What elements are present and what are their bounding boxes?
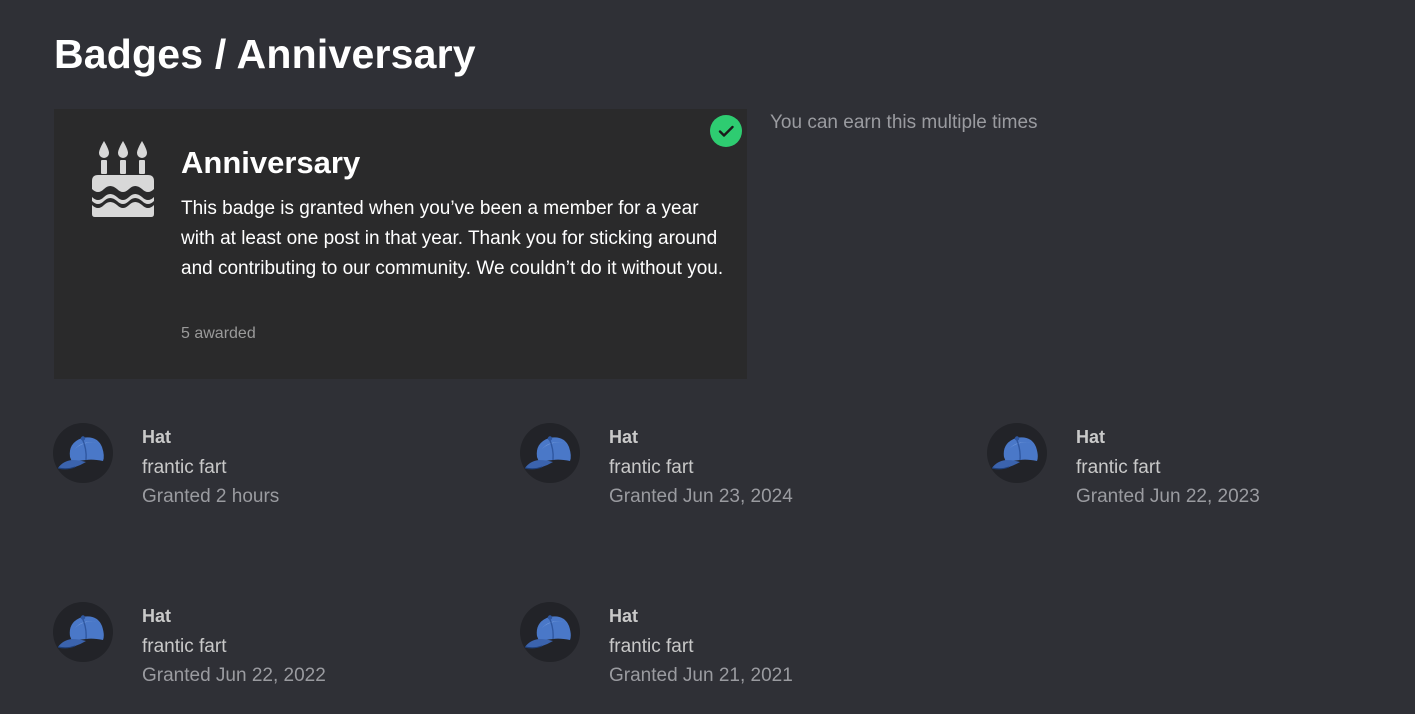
grant-item: Hat frantic fart Granted Jun 21, 2021 [520, 602, 940, 712]
grant-username[interactable]: frantic fart [609, 636, 693, 658]
user-avatar[interactable] [987, 423, 1047, 483]
grant-date: Granted Jun 22, 2022 [142, 665, 326, 686]
grant-username[interactable]: frantic fart [142, 636, 226, 658]
grant-date: Granted Jun 22, 2023 [1076, 486, 1260, 507]
grant-badge-label[interactable]: Hat [142, 606, 171, 627]
grant-date: Granted 2 hours [142, 486, 280, 507]
user-avatar[interactable] [520, 423, 580, 483]
grant-username[interactable]: frantic fart [609, 457, 693, 479]
blue-cap-icon [57, 436, 104, 470]
user-avatar[interactable] [53, 423, 113, 483]
grant-badge-label[interactable]: Hat [609, 606, 638, 627]
check-circle-icon [710, 115, 742, 147]
page-title: Badges / Anniversary [54, 31, 476, 77]
grant-username[interactable]: frantic fart [1076, 457, 1160, 479]
grant-item: Hat frantic fart Granted 2 hours [53, 423, 473, 533]
grant-username[interactable]: frantic fart [142, 457, 226, 479]
grant-badge-label[interactable]: Hat [142, 427, 171, 448]
earn-multiple-note: You can earn this multiple times [770, 112, 1038, 133]
user-avatar[interactable] [520, 602, 580, 662]
grant-badge-label[interactable]: Hat [1076, 427, 1105, 448]
badge-card: Anniversary This badge is granted when y… [54, 109, 747, 379]
grant-date: Granted Jun 21, 2021 [609, 665, 793, 686]
grant-item: Hat frantic fart Granted Jun 23, 2024 [520, 423, 940, 533]
grant-date: Granted Jun 23, 2024 [609, 486, 793, 507]
awarded-count[interactable]: 5 awarded [181, 325, 256, 343]
birthday-cake-icon [90, 141, 156, 217]
grant-badge-label[interactable]: Hat [609, 427, 638, 448]
grant-item: Hat frantic fart Granted Jun 22, 2023 [987, 423, 1407, 533]
blue-cap-icon [524, 615, 571, 649]
blue-cap-icon [524, 436, 571, 470]
blue-cap-icon [991, 436, 1038, 470]
badge-description: This badge is granted when you’ve been a… [181, 198, 724, 279]
user-avatar[interactable] [53, 602, 113, 662]
grant-item: Hat frantic fart Granted Jun 22, 2022 [53, 602, 473, 712]
blue-cap-icon [57, 615, 104, 649]
badge-name: Anniversary [181, 145, 361, 180]
